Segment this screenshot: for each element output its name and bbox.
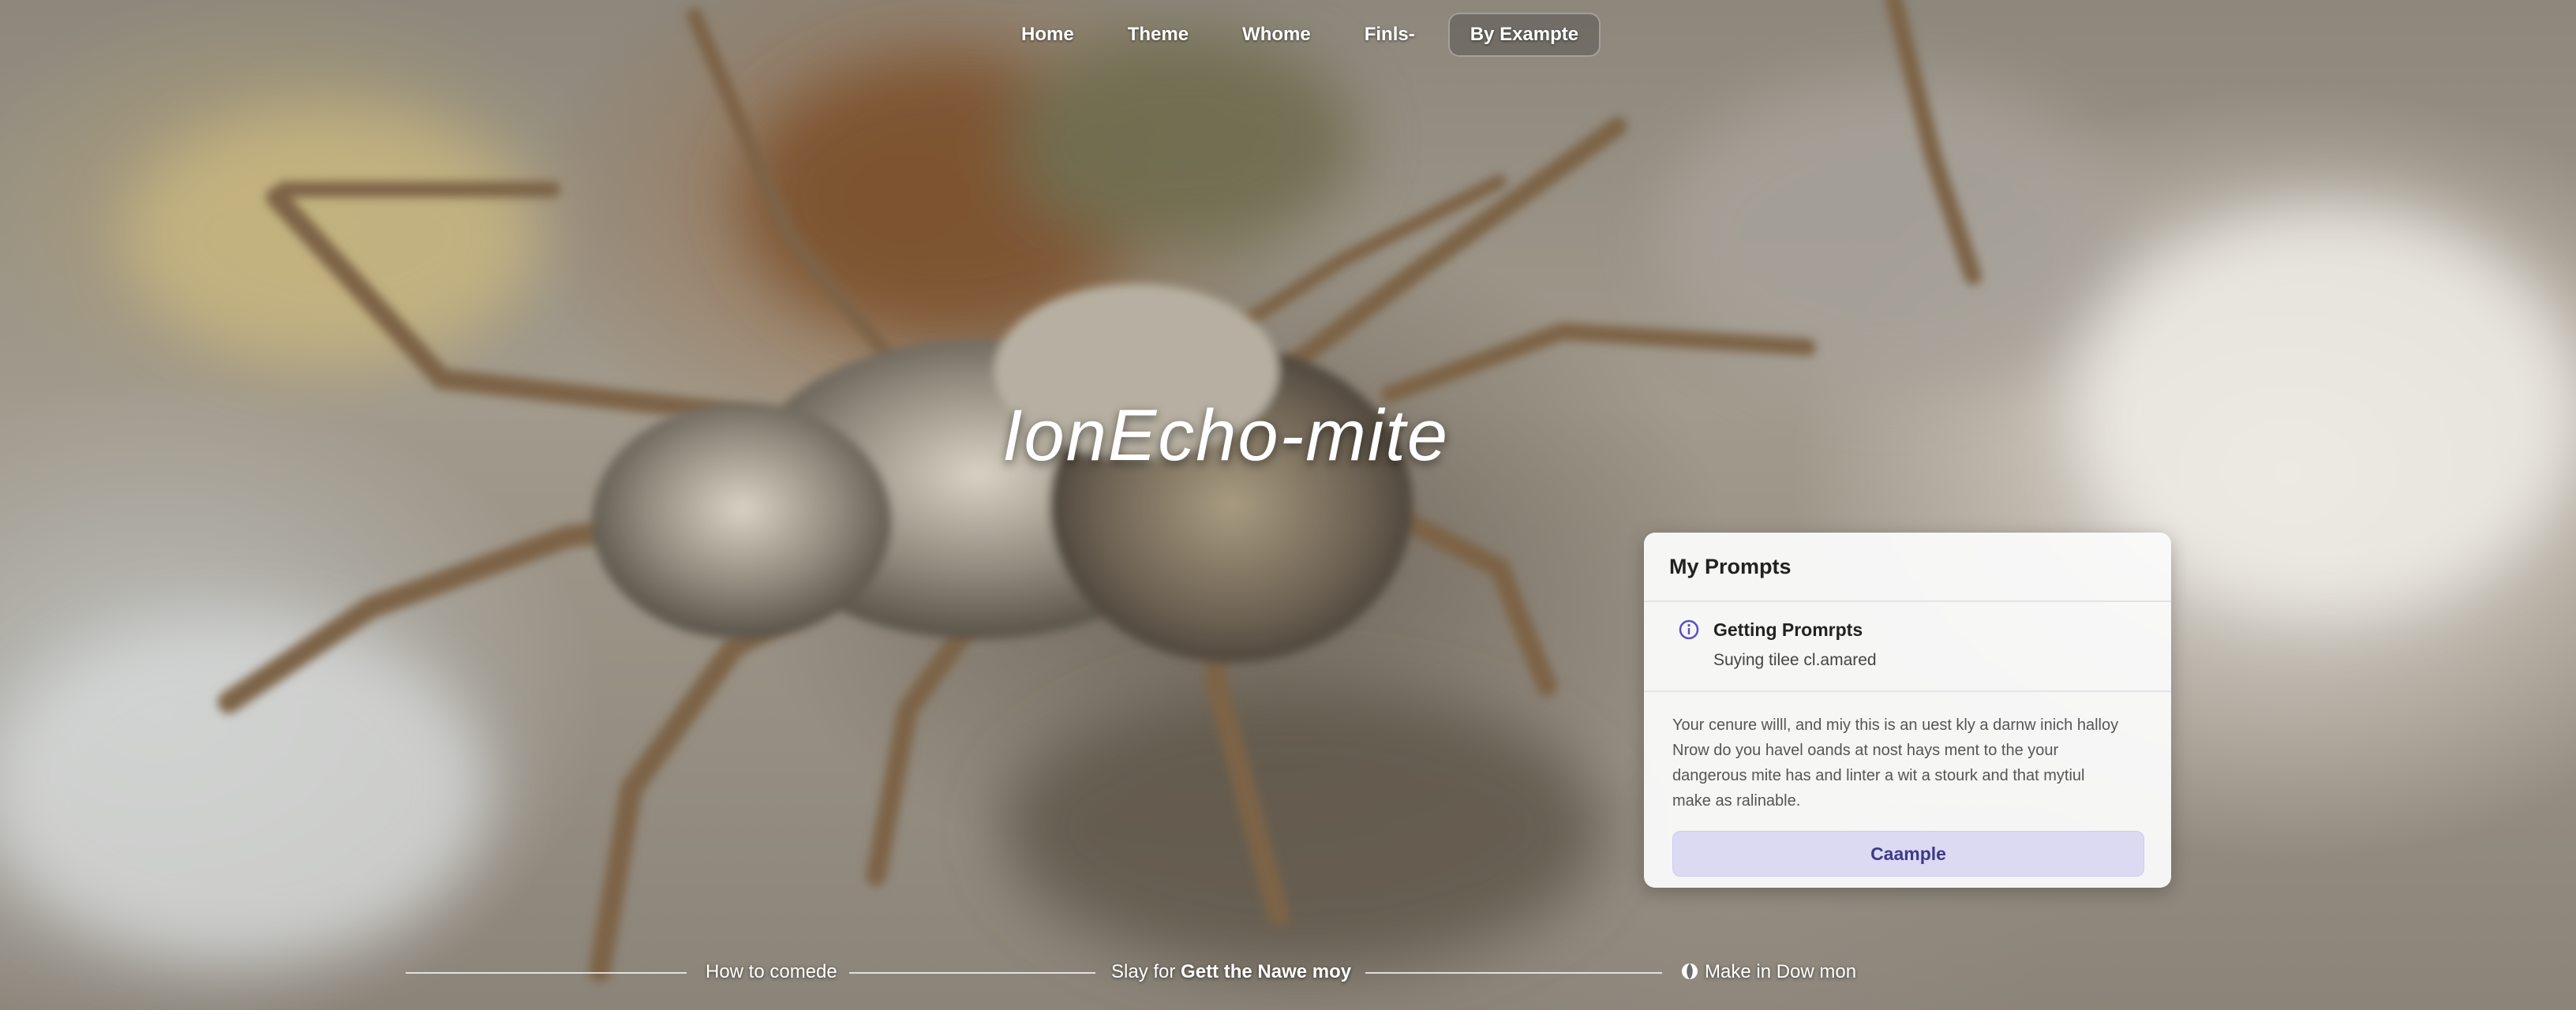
nav-by-example-button[interactable]: By Exampte <box>1447 13 1601 57</box>
description-line: make as ralinable. <box>1672 792 1801 810</box>
description-line: dangerous mite has and linter a wit a st… <box>1672 767 2085 784</box>
description-line: Nrow do you havel oands at nost hays men… <box>1672 742 2059 759</box>
example-button[interactable]: Caample <box>1672 831 2144 877</box>
make-in-link[interactable]: Make in Dow mon <box>1681 961 1856 983</box>
slay-for-prefix: Slay for <box>1111 961 1176 982</box>
hero-title: IonEcho-mite <box>1002 395 1450 476</box>
description-line: Your cenure willl, and miy this is an ue… <box>1672 716 2119 734</box>
how-to-link[interactable]: How to comede <box>706 961 837 983</box>
mite-illustration <box>0 0 2576 982</box>
nav-theme[interactable]: Theme <box>1101 24 1215 46</box>
nav-finls[interactable]: Finls- <box>1338 24 1442 46</box>
info-icon <box>1679 619 1699 640</box>
prompt-item[interactable]: Getting Promrpts Suying tilee cl.amared <box>1644 602 2171 692</box>
globe-icon <box>1682 963 1698 979</box>
nav-whome[interactable]: Whome <box>1215 24 1338 46</box>
prompts-panel-description: Your cenure willl, and miy this is an ue… <box>1644 692 2171 814</box>
top-nav: Home Theme Whome Finls- By Exampte <box>994 11 1601 58</box>
divider <box>406 972 687 974</box>
prompts-panel-title: My Prompts <box>1644 533 2171 602</box>
nav-home[interactable]: Home <box>994 24 1101 46</box>
prompt-item-subtitle: Suying tilee cl.amared <box>1713 651 1877 669</box>
divider <box>849 972 1095 974</box>
slay-for-bold: Gett the Nawe moy <box>1181 961 1352 982</box>
prompts-panel: My Prompts Getting Promrpts Suying tilee… <box>1644 533 2171 888</box>
prompt-item-title: Getting Promrpts <box>1713 619 1863 640</box>
make-in-label: Make in Dow mon <box>1705 961 1857 982</box>
divider <box>1365 972 1662 974</box>
slay-for-link[interactable]: Slay for Gett the Nawe moy <box>1111 961 1351 983</box>
hero-background: Home Theme Whome Finls- By Exampte IonEc… <box>0 0 2576 1010</box>
bottom-bar: How to comede Slay for Gett the Nawe moy… <box>0 955 2576 986</box>
